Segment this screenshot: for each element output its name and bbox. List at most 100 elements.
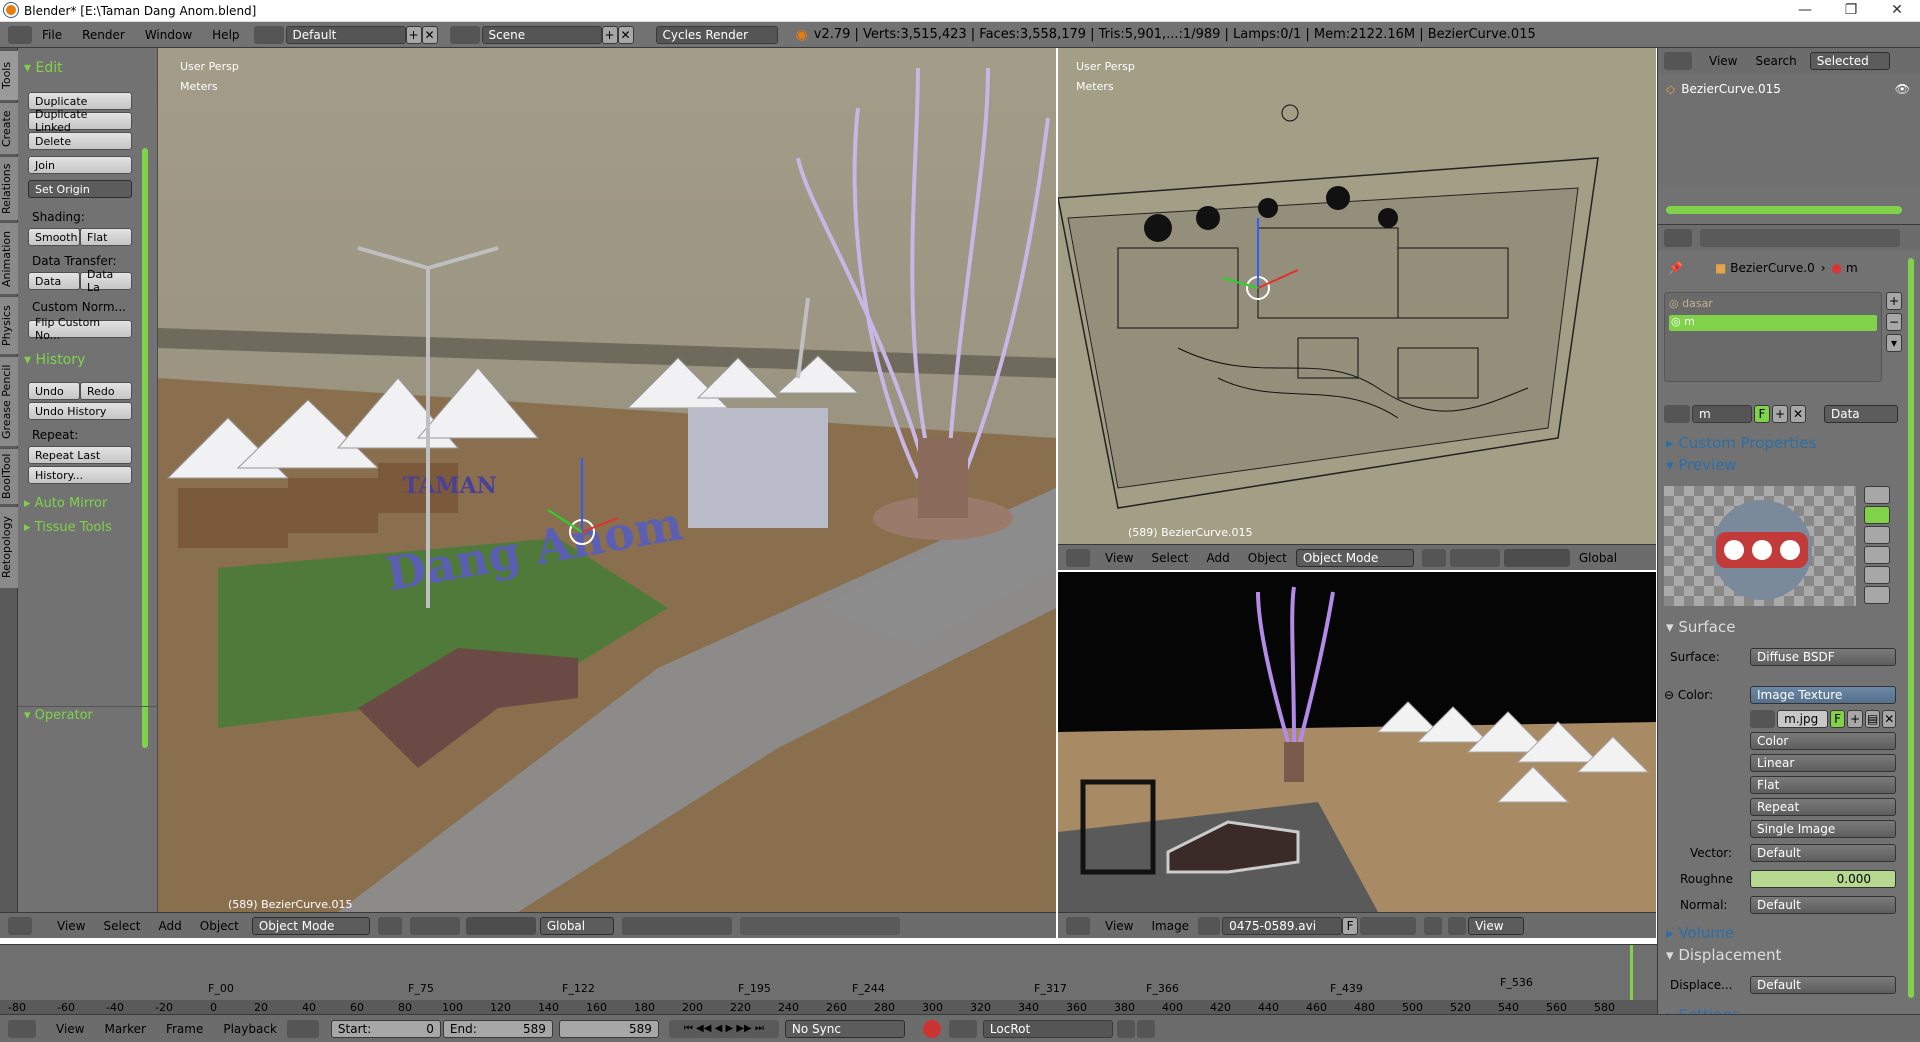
tissue-tools-panel-header[interactable]: ▸ Tissue Tools bbox=[24, 520, 112, 535]
screen-layout-field[interactable]: Default bbox=[285, 25, 406, 44]
keying-icon[interactable] bbox=[948, 1019, 977, 1038]
menu-object[interactable]: Object bbox=[191, 919, 248, 933]
editor-type-icon[interactable] bbox=[8, 916, 32, 935]
render-engine-select[interactable]: Cycles Render bbox=[655, 25, 778, 44]
new-material-button[interactable]: + bbox=[1772, 405, 1788, 423]
auto-mirror-panel-header[interactable]: ▸ Auto Mirror bbox=[24, 496, 107, 511]
menu-help[interactable]: Help bbox=[202, 28, 249, 42]
repeat-last-button[interactable]: Repeat Last bbox=[28, 446, 132, 464]
tab-tools[interactable]: Tools bbox=[0, 50, 18, 100]
image-browse-icon[interactable] bbox=[1750, 710, 1776, 728]
start-frame-field[interactable]: Start: 0 bbox=[330, 1019, 441, 1038]
surface-shader-select[interactable]: Diffuse BSDF bbox=[1750, 648, 1896, 666]
projection-select[interactable]: Flat bbox=[1750, 776, 1896, 794]
editor-type-icon[interactable] bbox=[1664, 228, 1692, 247]
outliner-row[interactable]: ◇ BezierCurve.015 👁 bbox=[1666, 80, 1916, 98]
history-panel-header[interactable]: ▾ History bbox=[24, 352, 85, 368]
sync-mode-select[interactable]: No Sync bbox=[784, 1019, 905, 1038]
editor-type-icon[interactable] bbox=[1066, 548, 1090, 567]
minimize-button[interactable]: — bbox=[1782, 0, 1828, 22]
unlink-material-button[interactable]: ✕ bbox=[1790, 405, 1806, 423]
menu-view[interactable]: View bbox=[48, 919, 94, 933]
color-input-select[interactable]: Image Texture bbox=[1750, 686, 1896, 704]
maximize-button[interactable]: ❐ bbox=[1828, 0, 1874, 22]
tab-create[interactable]: Create bbox=[0, 102, 18, 154]
smooth-button[interactable]: Smooth bbox=[28, 228, 80, 246]
menu-add[interactable]: Add bbox=[150, 919, 191, 933]
slot-menu-button[interactable]: ▾ bbox=[1886, 334, 1902, 352]
timeline-marker[interactable]: F_195 bbox=[738, 982, 771, 995]
tab-retopology[interactable]: Retopology bbox=[0, 506, 18, 588]
material-slot-dasar[interactable]: ◎ dasar bbox=[1669, 297, 1877, 313]
mode-select[interactable]: Object Mode bbox=[1295, 548, 1414, 567]
roughness-slider[interactable]: 0.000 bbox=[1750, 870, 1896, 888]
image-file-field[interactable]: m.jpg bbox=[1777, 710, 1828, 728]
new-image-button[interactable]: + bbox=[1847, 710, 1863, 728]
toolshelf-scrollbar[interactable] bbox=[142, 148, 148, 748]
scene-field[interactable]: Scene bbox=[481, 25, 602, 44]
fake-user-button[interactable]: F bbox=[1829, 710, 1846, 728]
snap-icons[interactable] bbox=[739, 916, 900, 935]
timeline-marker[interactable]: F_366 bbox=[1146, 982, 1179, 995]
timeline-marker[interactable]: F_122 bbox=[562, 982, 595, 995]
displacement-header[interactable]: ▾ Displacement bbox=[1666, 946, 1781, 964]
remove-slot-button[interactable]: − bbox=[1886, 313, 1902, 331]
volume-header[interactable]: ▸ Volume bbox=[1666, 924, 1734, 942]
viewport-3d-wireframe[interactable]: User Persp Meters (589) BezierCurve.015 bbox=[1058, 48, 1656, 544]
scene-icon[interactable] bbox=[449, 25, 480, 44]
properties-scrollbar[interactable] bbox=[1908, 258, 1914, 998]
timeline-marker[interactable]: F_317 bbox=[1034, 982, 1067, 995]
join-button[interactable]: Join bbox=[28, 156, 132, 174]
delete-keyframe-icon[interactable] bbox=[1136, 1019, 1155, 1038]
edit-panel-header[interactable]: ▾ Edit bbox=[24, 60, 63, 76]
remove-layout-button[interactable]: ✕ bbox=[421, 25, 438, 44]
tab-booltool[interactable]: BoolTool bbox=[0, 448, 18, 504]
preview-hair-icon[interactable] bbox=[1864, 566, 1890, 584]
delete-button[interactable]: Delete bbox=[28, 132, 132, 150]
menu-select[interactable]: Select bbox=[1142, 551, 1197, 565]
surface-header[interactable]: ▾ Surface bbox=[1666, 618, 1735, 636]
interpolation-select[interactable]: Linear bbox=[1750, 754, 1896, 772]
view-select[interactable]: View bbox=[1468, 916, 1525, 935]
material-browse-icon[interactable] bbox=[1664, 405, 1690, 423]
tab-grease-pencil[interactable]: Grease Pencil bbox=[0, 356, 18, 446]
preview-monkey-icon[interactable] bbox=[1864, 546, 1890, 564]
preview-world-icon[interactable] bbox=[1864, 586, 1890, 604]
current-frame-line[interactable] bbox=[1630, 945, 1633, 1001]
shading-icon[interactable] bbox=[377, 916, 402, 935]
menu-view[interactable]: View bbox=[46, 1022, 94, 1036]
tab-physics[interactable]: Physics bbox=[0, 296, 18, 354]
menu-object[interactable]: Object bbox=[1239, 551, 1296, 565]
data-layout-button[interactable]: Data La bbox=[80, 268, 132, 294]
keying-set-field[interactable]: LocRot bbox=[982, 1019, 1113, 1038]
layer-buttons[interactable] bbox=[621, 916, 732, 935]
preview-header[interactable]: ▾ Preview bbox=[1666, 456, 1737, 474]
normal-input-select[interactable]: Default bbox=[1750, 896, 1896, 914]
insert-keyframe-icon[interactable] bbox=[1116, 1019, 1135, 1038]
outliner-menu-search[interactable]: Search bbox=[1746, 54, 1805, 68]
displacement-input-select[interactable]: Default bbox=[1750, 976, 1896, 994]
collapse-circle-icon[interactable]: ⊖ bbox=[1664, 688, 1678, 702]
image-source-select[interactable]: Single Image bbox=[1750, 820, 1896, 838]
pivot-icon[interactable] bbox=[1449, 548, 1500, 567]
menu-playback[interactable]: Playback bbox=[213, 1022, 287, 1036]
layout-icon[interactable] bbox=[253, 25, 284, 44]
set-origin-select[interactable]: Set Origin bbox=[28, 180, 132, 198]
remove-scene-button[interactable]: ✕ bbox=[617, 25, 634, 44]
editor-type-icon[interactable] bbox=[8, 25, 32, 44]
menu-view[interactable]: View bbox=[1096, 919, 1142, 933]
color-space-select[interactable]: Color bbox=[1750, 732, 1896, 750]
pin-icon[interactable]: 📌 bbox=[1668, 261, 1683, 275]
add-scene-button[interactable]: + bbox=[601, 25, 618, 44]
menu-view[interactable]: View bbox=[1096, 551, 1142, 565]
image-name-field[interactable]: 0475-0589.avi bbox=[1222, 916, 1343, 935]
manipulator-icons[interactable] bbox=[465, 916, 536, 935]
menu-render[interactable]: Render bbox=[72, 28, 135, 42]
timeline-marker[interactable]: F_439 bbox=[1330, 982, 1363, 995]
tab-animation[interactable]: Animation bbox=[0, 222, 18, 294]
shading-icon[interactable] bbox=[1421, 548, 1446, 567]
image-editor-view[interactable] bbox=[1058, 572, 1656, 912]
sun-lamp-icon[interactable] bbox=[1281, 104, 1299, 122]
pin-icon[interactable] bbox=[1424, 916, 1443, 935]
orientation-select[interactable]: Global bbox=[1570, 551, 1626, 565]
